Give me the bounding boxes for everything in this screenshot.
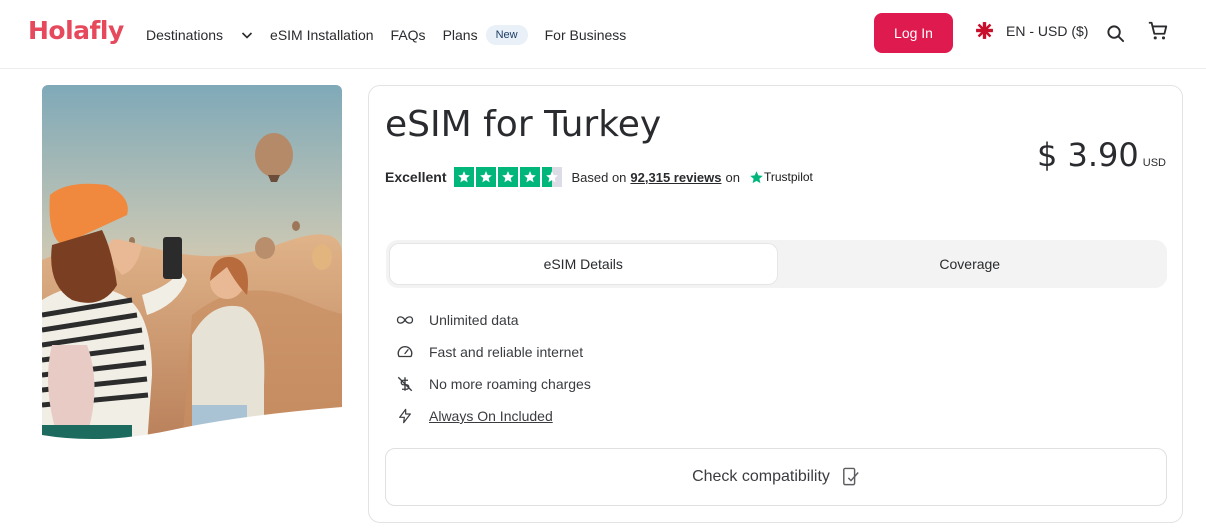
feature-fast-internet: Fast and reliable internet	[395, 336, 591, 368]
nav-plans[interactable]: Plans New	[442, 24, 528, 45]
half-star-icon	[542, 167, 563, 187]
lightning-icon	[395, 406, 415, 426]
check-compatibility-label: Check compatibility	[692, 468, 830, 485]
nav-faqs-label: FAQs	[390, 26, 426, 43]
feature-list: Unlimited data Fast and reliable interne…	[395, 304, 591, 432]
page-title: eSIM for Turkey	[385, 104, 662, 145]
star-icon	[520, 167, 541, 187]
trustpilot-label: Trustpilot	[763, 170, 813, 184]
on-text: on	[725, 169, 740, 185]
feature-label: Unlimited data	[429, 312, 519, 328]
no-roaming-icon	[395, 374, 415, 394]
tab-coverage[interactable]: Coverage	[777, 244, 1164, 284]
feature-label: Fast and reliable internet	[429, 344, 584, 360]
trustpilot-rating: Excellent Based on 92,315 reviews on Tru…	[385, 167, 813, 187]
nav-plans-label: Plans	[442, 26, 478, 43]
speedometer-icon	[395, 342, 415, 362]
tab-esim-details[interactable]: eSIM Details	[390, 244, 777, 284]
nav-for-business[interactable]: For Business	[545, 27, 627, 43]
new-badge: New	[485, 24, 528, 45]
site-header: Holafly Destinations eSIM Installation F…	[0, 0, 1206, 69]
trustpilot-logo[interactable]: Trustpilot	[749, 170, 813, 185]
product-card: eSIM for Turkey Excellent Based on 92,31…	[368, 85, 1183, 523]
check-compatibility-button[interactable]: Check compatibility	[385, 448, 1167, 506]
price-value: $ 3.90	[1036, 136, 1139, 174]
price-display: $ 3.90 USD	[1037, 136, 1166, 174]
nav-destinations-label: Destinations	[146, 26, 224, 43]
nav-esim-installation-label: eSIM Installation	[270, 26, 374, 43]
star-icon	[454, 167, 475, 187]
device-check-icon	[842, 467, 860, 487]
feature-unlimited-data: Unlimited data	[395, 304, 591, 336]
search-icon[interactable]	[1104, 22, 1126, 44]
cart-icon[interactable]	[1147, 20, 1169, 42]
main-nav: Destinations eSIM Installation FAQs Plan…	[146, 0, 643, 69]
uk-flag-icon	[976, 22, 993, 39]
nav-esim-installation[interactable]: eSIM Installation	[270, 27, 374, 43]
feature-label: No more roaming charges	[429, 376, 591, 392]
feature-no-roaming: No more roaming charges	[395, 368, 591, 400]
nav-faqs[interactable]: FAQs	[391, 27, 426, 43]
login-button[interactable]: Log In	[874, 13, 953, 53]
holafly-logo[interactable]: Holafly	[28, 16, 124, 45]
nav-for-business-label: For Business	[544, 26, 627, 43]
rating-stars	[454, 167, 563, 187]
price-currency: USD	[1142, 157, 1166, 169]
trustpilot-star-icon	[750, 170, 763, 183]
language-currency-selector[interactable]: EN - USD ($)	[976, 22, 1088, 39]
language-label: EN - USD ($)	[1006, 22, 1089, 39]
rating-word: Excellent	[385, 169, 447, 185]
based-on-text: Based on	[571, 169, 627, 185]
destination-photo	[42, 85, 342, 445]
feature-always-on: Always On Included	[395, 400, 591, 432]
nav-destinations[interactable]: Destinations	[146, 27, 253, 43]
reviews-link[interactable]: 92,315 reviews	[630, 170, 721, 185]
always-on-link[interactable]: Always On Included	[429, 408, 553, 424]
star-icon	[476, 167, 497, 187]
star-icon	[498, 167, 519, 187]
chevron-down-icon	[241, 31, 253, 39]
infinity-icon	[395, 310, 415, 330]
product-tabs: eSIM Details Coverage	[386, 240, 1167, 288]
